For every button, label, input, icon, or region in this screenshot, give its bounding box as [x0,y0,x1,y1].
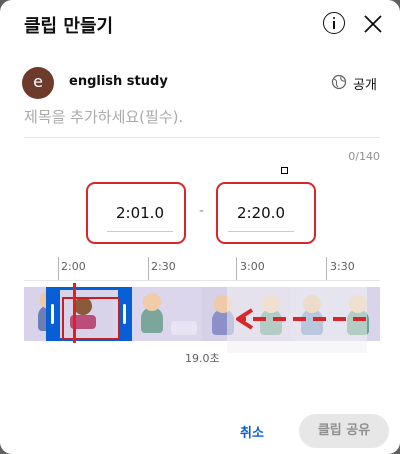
cancel-button[interactable]: 취소 [240,422,264,441]
char-count: 0/140 [348,150,380,163]
timeline-tick-label: 2:30 [151,260,176,273]
share-clip-button[interactable]: 클립 공유 [299,414,389,448]
timeline-baseline [24,280,380,281]
selection-highlight-box [62,297,120,340]
playhead[interactable] [73,283,76,343]
info-icon[interactable] [323,12,345,34]
timeline-tick-line [58,257,59,281]
clip-start-handle[interactable] [46,287,60,341]
clip-title-input[interactable]: 제목을 추가하세요(필수). [24,106,183,127]
timeline-tick-line [148,257,149,281]
timeline-tick-label: 2:00 [61,260,86,273]
timeline-tick-line [236,257,237,281]
close-icon[interactable] [362,13,384,35]
timeline-tick-line [326,257,327,281]
globe-icon [331,74,347,90]
timeline-tick-label: 3:00 [240,260,265,273]
end-time-underline [228,231,294,232]
timeline-tick-label: 3:30 [330,260,355,273]
clip-end-handle[interactable] [118,287,132,341]
end-time-field[interactable]: 2:20.0 [231,204,291,222]
title-underline [24,137,380,138]
dialog-title: 클립 만들기 [24,16,114,37]
time-separator: - [199,203,205,219]
cursor-marker [281,167,288,174]
clip-duration: 19.0초 [185,352,220,365]
drag-direction-arrow-icon [236,308,366,330]
visibility-label[interactable]: 공개 [353,74,377,93]
create-clip-dialog: 클립 만들기 e english study 공개 제목을 추가하세요(필수).… [0,0,400,454]
avatar: e [22,67,54,99]
channel-name: english study [69,74,168,89]
start-time-underline [107,231,173,232]
start-time-field[interactable]: 2:01.0 [110,204,170,222]
